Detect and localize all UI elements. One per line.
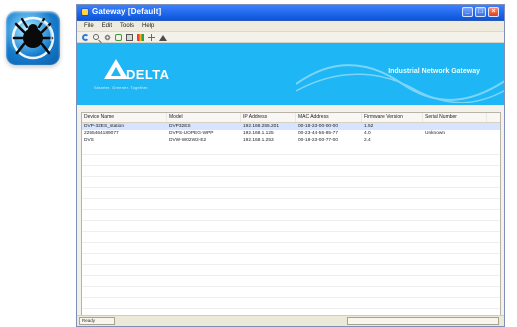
mac-address-cell: 00-23-44-55-85-77 xyxy=(298,131,339,136)
device-name-cell: 2255464189077 xyxy=(84,131,119,136)
device-name-cell: DVS xyxy=(84,138,94,143)
table-row[interactable]: DVP-32ES_station DVP32ES 192.168.255.201… xyxy=(82,123,500,130)
settings-icon[interactable] xyxy=(104,33,111,41)
table-header: Device Name Model IP Address MAC Address… xyxy=(82,113,500,123)
status-bar: Ready xyxy=(77,315,504,326)
page-root: Gateway [Default] _ □ × File Edit Tools … xyxy=(0,0,517,327)
column-device-name[interactable]: Device Name xyxy=(82,113,167,122)
window-titlebar[interactable]: Gateway [Default] _ □ × xyxy=(77,5,504,21)
ip-address-cell: 192.168.1.253 xyxy=(243,138,274,143)
window-controls: _ □ × xyxy=(462,7,499,17)
column-model[interactable]: Model xyxy=(167,113,241,122)
window-title: Gateway [Default] xyxy=(92,7,162,16)
add-icon[interactable] xyxy=(148,33,155,41)
brand-tagline: Smarter. Greener. Together. xyxy=(94,85,149,90)
close-button[interactable]: × xyxy=(488,7,499,17)
status-panel xyxy=(347,317,499,325)
column-serial-number[interactable]: Serial Number xyxy=(423,113,487,122)
table-row[interactable]: DVS DVW-W02W2-E2 192.168.1.253 00-18-23-… xyxy=(82,137,500,144)
refresh-icon[interactable] xyxy=(82,33,89,41)
firmware-version-cell: 4.0 xyxy=(364,131,371,136)
column-mac-address[interactable]: MAC Address xyxy=(296,113,362,122)
serial-number-cell xyxy=(423,123,487,130)
banner-title: Industrial Network Gateway xyxy=(388,68,480,75)
empty-table-area xyxy=(82,144,500,316)
model-cell: DVP32ES xyxy=(169,124,191,129)
model-cell: DVPS-UOPEG-WPP xyxy=(169,131,214,136)
app-badge xyxy=(6,11,60,65)
up-icon[interactable] xyxy=(159,34,167,41)
column-ip-address[interactable]: IP Address xyxy=(241,113,296,122)
firmware-version-cell: 2.4 xyxy=(364,138,371,143)
menu-tools[interactable]: Tools xyxy=(120,23,134,29)
device-name-cell: DVP-32ES_station xyxy=(84,124,124,129)
minimize-button[interactable]: _ xyxy=(462,7,473,17)
toolbar xyxy=(77,32,504,43)
color-icon[interactable] xyxy=(137,33,144,41)
table-row[interactable]: 2255464189077 DVPS-UOPEG-WPP 192.168.1.1… xyxy=(82,130,500,137)
brand-banner: DELTA Smarter. Greener. Together. Indust… xyxy=(77,43,504,105)
column-firmware-version[interactable]: Firmware Version xyxy=(362,113,423,122)
serial-number-cell: Unknown xyxy=(425,131,445,136)
menu-file[interactable]: File xyxy=(84,23,94,29)
gateway-window: Gateway [Default] _ □ × File Edit Tools … xyxy=(76,4,505,327)
spider-icon xyxy=(11,16,55,60)
maximize-button[interactable]: □ xyxy=(475,7,486,17)
menu-edit[interactable]: Edit xyxy=(102,23,112,29)
mac-address-cell: 00-18-23-00-77-00 xyxy=(298,138,339,143)
ip-address-cell: 192.168.1.125 xyxy=(243,131,274,136)
device-icon[interactable] xyxy=(126,33,133,41)
status-text: Ready xyxy=(79,317,115,325)
search-icon[interactable] xyxy=(93,34,99,40)
model-cell: DVW-W02W2-E2 xyxy=(169,138,207,143)
banner-wave-graphic xyxy=(296,64,504,103)
firmware-version-cell: 1.52 xyxy=(364,124,374,129)
menu-bar: File Edit Tools Help xyxy=(77,21,504,32)
ip-address-cell: 192.168.255.201 xyxy=(243,124,280,129)
link-icon[interactable] xyxy=(115,33,122,41)
window-app-icon xyxy=(82,9,88,15)
device-list-panel: Device Name Model IP Address MAC Address… xyxy=(81,112,501,317)
menu-help[interactable]: Help xyxy=(142,23,154,29)
brand-name: DELTA xyxy=(126,67,170,82)
serial-number-cell xyxy=(423,137,487,144)
mac-address-cell: 00-18-23-00-00-00 xyxy=(298,124,339,129)
